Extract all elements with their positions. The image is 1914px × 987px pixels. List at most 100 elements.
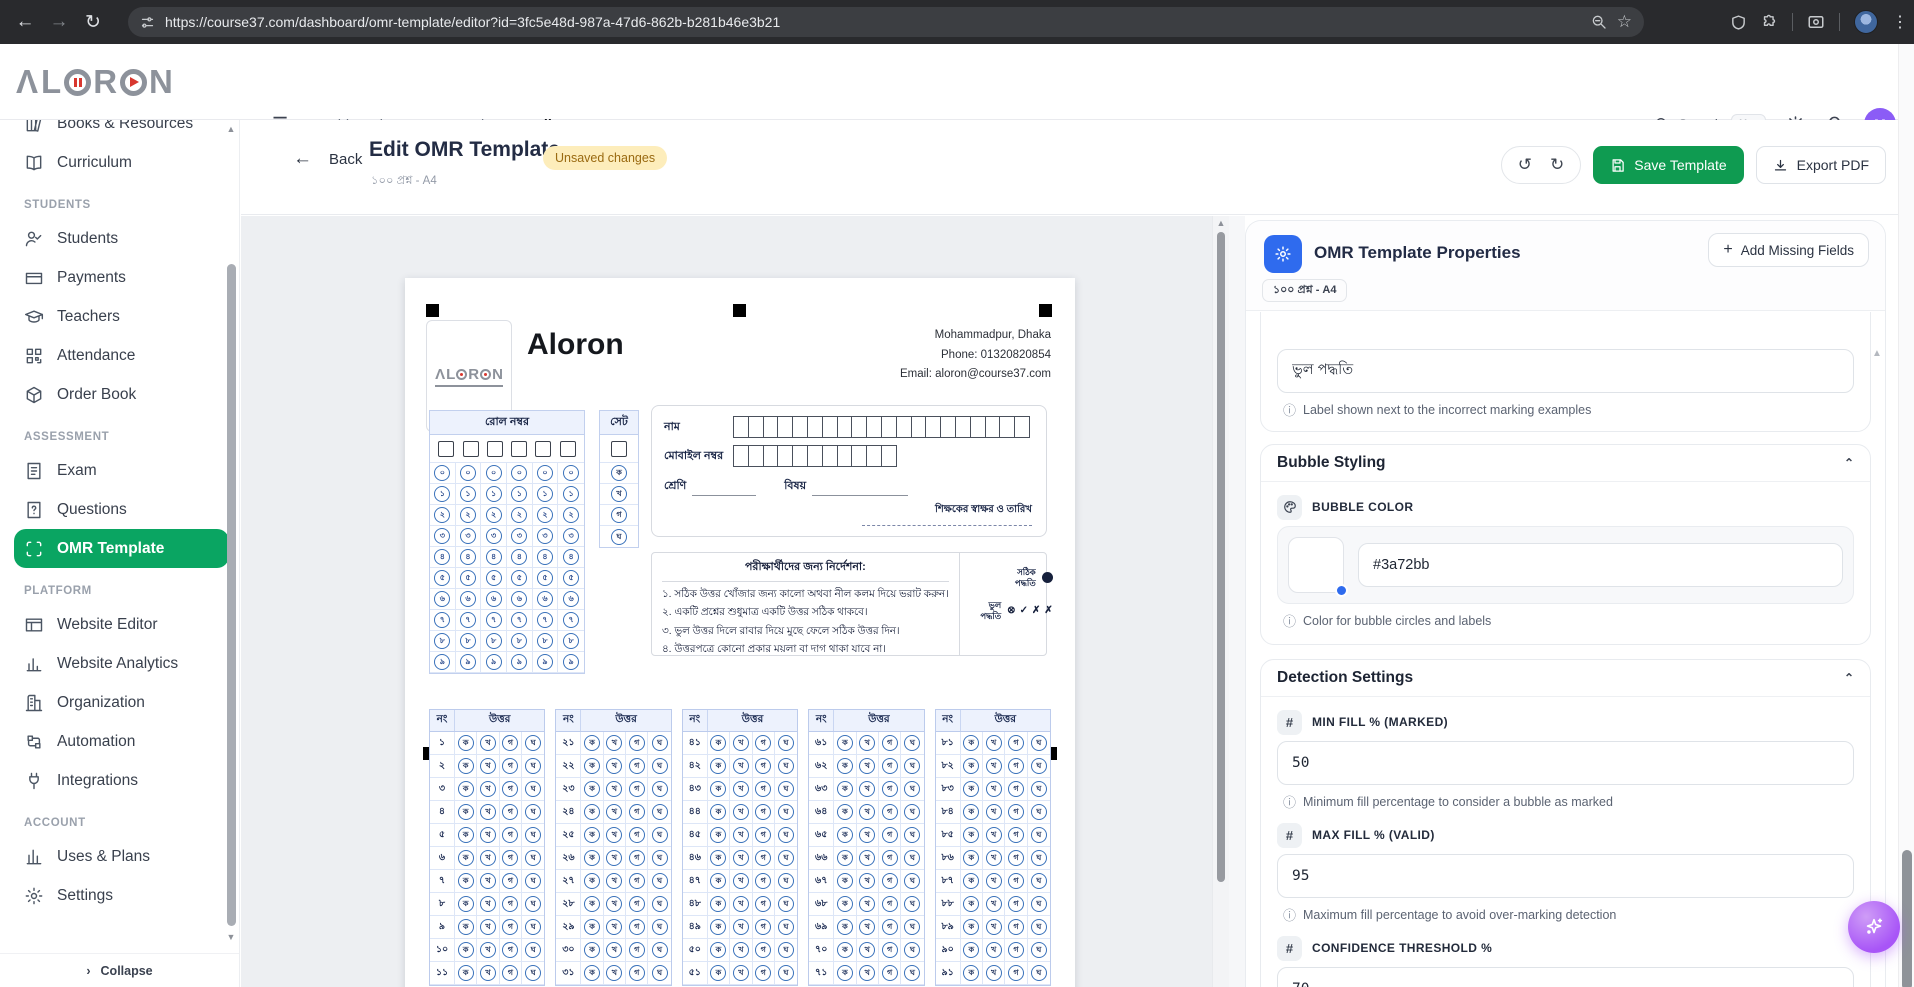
- detection-field-input[interactable]: [1277, 854, 1854, 898]
- url-text[interactable]: https://course37.com/dashboard/omr-templ…: [165, 14, 1581, 30]
- detection-settings-header[interactable]: Detection Settings ⌃: [1261, 660, 1870, 697]
- save-template-button[interactable]: Save Template: [1593, 146, 1744, 184]
- answer-bubble-cell: ক: [581, 732, 604, 754]
- sidebar-item-omr-template[interactable]: OMR Template: [14, 529, 229, 568]
- answer-bubble-cell: গ: [879, 847, 902, 869]
- sidebar-item-students[interactable]: Students: [14, 219, 229, 258]
- scroll-down-icon[interactable]: ▼: [226, 932, 236, 942]
- sidebar-item-exam[interactable]: Exam: [14, 451, 229, 490]
- panel-scroll-area[interactable]: ⓘ Label shown next to the incorrect mark…: [1260, 312, 1871, 987]
- signature-label: শিক্ষকের স্বাক্ষর ও তারিখ: [934, 504, 1032, 515]
- scroll-up-icon[interactable]: ▲: [226, 124, 236, 134]
- export-pdf-button[interactable]: Export PDF: [1755, 146, 1886, 184]
- answer-bubble: ঘ: [525, 873, 542, 889]
- answer-bubble-cell: গ: [753, 801, 775, 823]
- canvas-scroll-thumb[interactable]: [1217, 232, 1225, 882]
- color-swatch[interactable]: [1288, 537, 1348, 597]
- ai-assistant-fab[interactable]: [1848, 901, 1900, 953]
- question-number: ৭০: [809, 939, 835, 961]
- detection-field-input[interactable]: [1277, 741, 1854, 785]
- sidebar-item-questions[interactable]: Questions: [14, 490, 229, 529]
- detection-label-row: # CONFIDENCE THRESHOLD %: [1277, 935, 1854, 961]
- answer-bubble: গ: [628, 896, 645, 912]
- zoom-out-icon[interactable]: [1591, 14, 1607, 30]
- answer-row: ৮৬ ক খ গ ঘ: [935, 847, 1051, 870]
- answer-bubble: ক: [457, 942, 474, 958]
- answer-bubble: ঘ: [651, 942, 668, 958]
- answer-bubble-cell: গ: [500, 893, 523, 915]
- answer-bubble: খ: [732, 781, 749, 797]
- sidebar-scroll-thumb[interactable]: [227, 264, 236, 926]
- canvas-scrollbar[interactable]: ▲: [1212, 216, 1229, 987]
- add-missing-fields-button[interactable]: + Add Missing Fields: [1708, 233, 1869, 267]
- aloron-logo[interactable]: ΛL R N: [16, 60, 174, 104]
- sidebar-item-settings[interactable]: Settings: [14, 876, 229, 915]
- color-handle[interactable]: [1335, 584, 1348, 597]
- question-number: ২৬: [556, 847, 582, 869]
- sidebar-item-organization[interactable]: Organization: [14, 683, 229, 722]
- roll-bubble-cell: ০: [455, 463, 482, 484]
- site-settings-icon[interactable]: [140, 15, 155, 30]
- chevron-up-icon[interactable]: ⌃: [1844, 456, 1854, 470]
- answer-bubble: ঘ: [904, 827, 921, 843]
- sidebar-item-curriculum[interactable]: Curriculum: [14, 143, 229, 182]
- answer-bubble: খ: [859, 965, 876, 981]
- sidebar-item-teachers[interactable]: Teachers: [14, 297, 229, 336]
- browser-menu-icon[interactable]: ⋮: [1892, 12, 1908, 32]
- name-box: [984, 416, 1001, 438]
- window-scrollbar[interactable]: [1898, 44, 1914, 987]
- bubble-color-input[interactable]: [1358, 543, 1843, 587]
- roll-bubble: ৪: [536, 549, 553, 565]
- back-button[interactable]: ← Back: [293, 148, 362, 170]
- chevron-up-icon[interactable]: ⌃: [1844, 671, 1854, 685]
- extensions-icon[interactable]: [1761, 14, 1778, 31]
- window-scroll-thumb[interactable]: [1902, 850, 1912, 987]
- answer-bubble: গ: [881, 781, 898, 797]
- screen-share-icon[interactable]: [1807, 13, 1825, 31]
- answer-bubble-cell: ঘ: [522, 755, 544, 777]
- editor-canvas[interactable]: ΛL R N Aloron Mohammadpur, Dhaka Phone: …: [241, 216, 1212, 987]
- info-icon: ⓘ: [1283, 402, 1297, 418]
- question-number: ৯০: [936, 939, 961, 961]
- question-number: ৪৯: [683, 916, 708, 938]
- sidebar-collapse-button[interactable]: › Collapse: [0, 953, 239, 987]
- shield-icon[interactable]: [1730, 14, 1747, 31]
- sidebar-item-uses-plans[interactable]: Uses & Plans: [14, 837, 229, 876]
- panel-scroll-up-icon[interactable]: ▲: [1872, 348, 1882, 359]
- browser-back-icon[interactable]: ←: [8, 5, 42, 39]
- wrong-label-input[interactable]: [1277, 349, 1854, 393]
- sidebar-item-website-editor[interactable]: Website Editor: [14, 605, 229, 644]
- sidebar-item-order-book[interactable]: Order Book: [14, 375, 229, 414]
- browser-reload-icon[interactable]: ↻: [76, 5, 110, 39]
- answer-bubble: ঘ: [525, 781, 542, 797]
- detection-field-input[interactable]: [1277, 967, 1854, 987]
- sidebar-item-books-resources[interactable]: Books & Resources: [14, 120, 229, 143]
- sidebar-item-website-analytics[interactable]: Website Analytics: [14, 644, 229, 683]
- answer-bubble-cell: খ: [983, 824, 1006, 846]
- answer-bubble-cell: খ: [477, 801, 500, 823]
- answer-bubble: গ: [881, 942, 898, 958]
- bubble-styling-header[interactable]: Bubble Styling ⌃: [1261, 445, 1870, 482]
- roll-bubble-cell: ৩: [532, 526, 559, 547]
- answer-bubble-cell: খ: [477, 778, 500, 800]
- sidebar-scrollbar[interactable]: ▲ ▼: [225, 122, 238, 964]
- sidebar-item-attendance[interactable]: Attendance: [14, 336, 229, 375]
- address-bar[interactable]: https://course37.com/dashboard/omr-templ…: [128, 7, 1644, 37]
- redo-icon[interactable]: ↻: [1550, 155, 1564, 175]
- scroll-up-icon[interactable]: ▲: [1213, 218, 1229, 228]
- roll-bubble: ৭: [511, 612, 528, 628]
- sidebar-item-payments[interactable]: Payments: [14, 258, 229, 297]
- browser-forward-icon[interactable]: →: [42, 5, 76, 39]
- question-number: ৪৭: [683, 870, 708, 892]
- roll-bubble: ১: [536, 486, 553, 502]
- sidebar-item-label: Uses & Plans: [57, 847, 151, 865]
- browser-profile-avatar[interactable]: [1854, 10, 1878, 34]
- bookmark-star-icon[interactable]: ☆: [1617, 12, 1632, 32]
- answer-bubble: খ: [985, 919, 1002, 935]
- sidebar-item-integrations[interactable]: Integrations: [14, 761, 229, 800]
- sidebar-item-automation[interactable]: Automation: [14, 722, 229, 761]
- undo-icon[interactable]: ↺: [1518, 155, 1532, 175]
- content-header: ← Back Edit OMR Template ১০০ প্রশ্ন - A4…: [241, 120, 1914, 215]
- omr-sheet-preview[interactable]: ΛL R N Aloron Mohammadpur, Dhaka Phone: …: [405, 278, 1075, 987]
- answer-bubble-cell: খ: [983, 778, 1006, 800]
